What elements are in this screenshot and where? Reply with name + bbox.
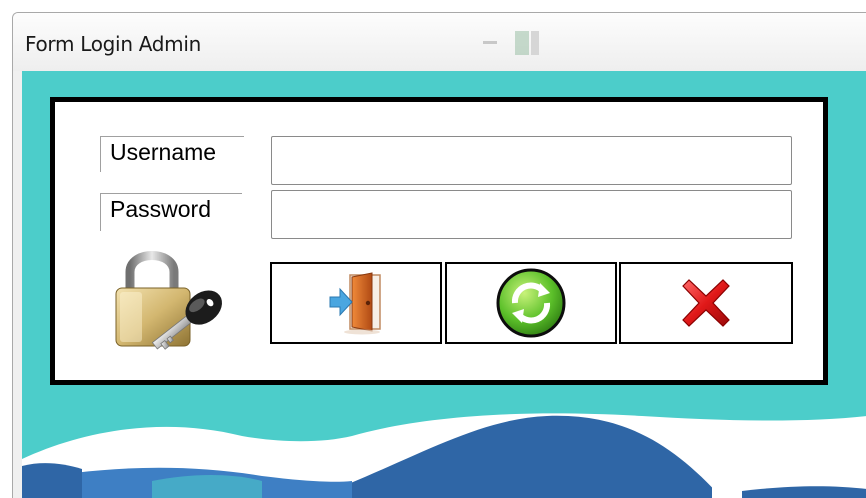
username-input[interactable] (271, 136, 792, 185)
lock-and-key-icon (115, 251, 222, 350)
window-title: Form Login Admin (25, 32, 201, 56)
refresh-button[interactable] (445, 262, 617, 344)
red-x-icon (682, 279, 730, 327)
form-client-area: Username Password (22, 71, 866, 498)
door-enter-icon (329, 272, 381, 335)
title-bar-blurred-controls (483, 31, 543, 57)
login-button[interactable] (270, 262, 442, 344)
title-bar[interactable]: Form Login Admin (13, 13, 866, 71)
password-label: Password (100, 193, 242, 231)
password-input[interactable] (271, 190, 792, 239)
username-label: Username (100, 136, 244, 172)
login-window: Form Login Admin Username Password (12, 12, 866, 498)
login-panel: Username Password (50, 97, 828, 385)
refresh-icon (496, 268, 566, 338)
exit-button[interactable] (619, 262, 793, 344)
